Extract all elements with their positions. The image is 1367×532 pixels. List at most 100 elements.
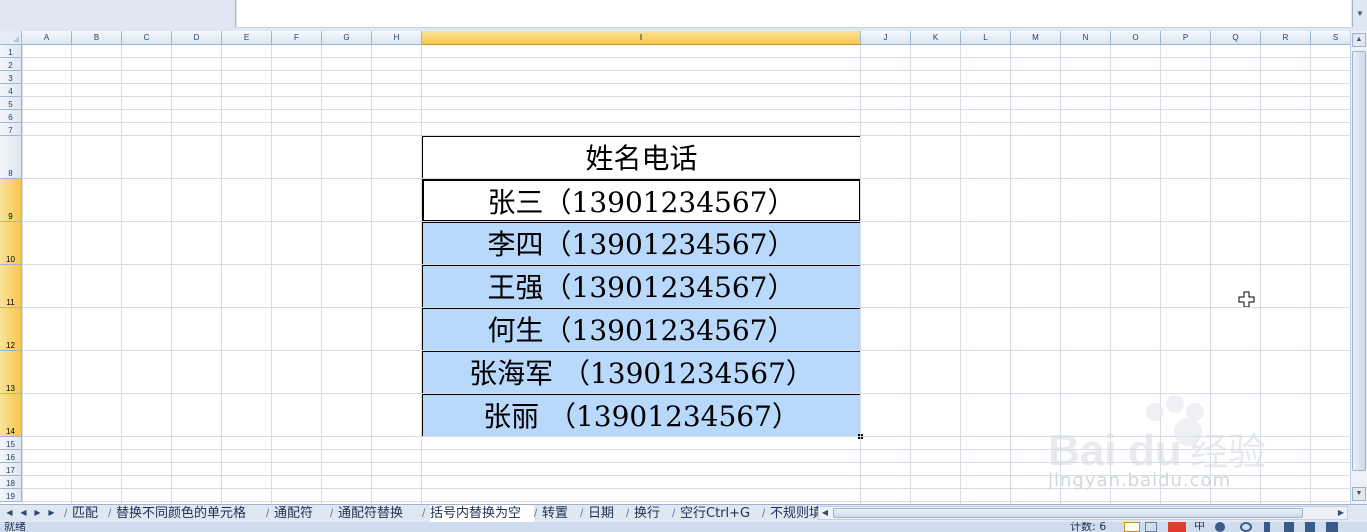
sheet-tab[interactable]: 括号内替换为空 [430,505,534,523]
sogou-ime-icon[interactable] [1168,522,1186,532]
column-header-s[interactable]: S [1311,31,1350,45]
table-cell[interactable]: 张丽 （13901234567） [422,394,861,437]
normal-view-icon[interactable] [1124,522,1140,532]
row-header-17[interactable]: 17 [0,463,22,476]
column-header-l[interactable]: L [961,31,1011,45]
row-header-15[interactable]: 15 [0,437,22,450]
gridline [22,135,1350,136]
column-headers: ABCDEFGHIJKLMNOPQRS [22,31,1350,45]
scroll-down-icon[interactable]: ▼ [1352,487,1366,501]
row-header-11[interactable]: 11 [0,265,22,308]
vertical-scrollbar[interactable]: ▲ ▼ [1350,31,1367,504]
scroll-thumb[interactable] [833,508,1303,518]
microphone-icon[interactable] [1264,522,1270,532]
column-header-i[interactable]: I [422,31,861,45]
svg-text:du: du [1128,426,1182,475]
scroll-up-icon[interactable]: ▲ [1352,33,1366,47]
row-number: 9 [8,212,13,221]
tab-separator: / [422,506,426,520]
keyboard-icon[interactable] [1284,522,1294,532]
column-header-h[interactable]: H [372,31,422,45]
last-sheet-icon[interactable]: ▶ [46,507,57,519]
table-cell[interactable]: 张三（13901234567） [422,179,861,222]
column-header-b[interactable]: B [72,31,122,45]
gridline [22,178,1350,179]
gridline [22,221,1350,222]
table-cell[interactable]: 何生（13901234567） [422,308,861,351]
settings-icon[interactable] [1240,522,1252,532]
column-header-g[interactable]: G [322,31,372,45]
row-header-1[interactable]: 1 [0,45,22,58]
table-cell[interactable]: 李四（13901234567） [422,222,861,265]
tab-separator: / [672,506,676,520]
table-cell[interactable]: 王强（13901234567） [422,265,861,308]
row-number: 10 [6,255,15,264]
gridline [22,83,1350,84]
scroll-right-icon[interactable]: ▶ [1335,507,1347,519]
table-cell[interactable]: 张海军 （13901234567） [422,351,861,394]
column-header-d[interactable]: D [172,31,222,45]
chinese-ime-icon[interactable]: 中 [1194,522,1205,532]
formula-input[interactable] [237,0,1351,28]
tab-separator: / [330,506,334,520]
gridline [22,96,1350,97]
column-header-n[interactable]: N [1061,31,1111,45]
shirt-icon[interactable] [1305,522,1315,532]
row-header-8[interactable]: 8 [0,136,22,179]
column-header-q[interactable]: Q [1211,31,1261,45]
select-all-button[interactable] [0,31,22,45]
gridline [22,501,1350,502]
column-header-k[interactable]: K [911,31,961,45]
watermark-logo-text: Bai [1048,426,1116,475]
row-header-10[interactable]: 10 [0,222,22,265]
gridline [22,70,1350,71]
sheet-tab[interactable]: 替换不同颜色的单元格 [116,505,266,522]
sheet-tab[interactable]: 匹配 [72,505,108,522]
column-header-m[interactable]: M [1011,31,1061,45]
row-header-19[interactable]: 19 [0,489,22,502]
sheet-tab[interactable]: 日期 [588,505,626,522]
row-number: 3 [8,74,13,83]
status-bar: 就绪 计数: 6 中 [0,522,1367,532]
column-header-a[interactable]: A [22,31,72,45]
row-header-3[interactable]: 3 [0,71,22,84]
column-header-p[interactable]: P [1161,31,1211,45]
table-header-cell[interactable]: 姓名电话 [422,136,861,179]
row-header-16[interactable]: 16 [0,450,22,463]
row-number: 17 [6,466,15,475]
tools-icon[interactable] [1326,522,1338,532]
sheet-tab[interactable]: 空行Ctrl+G [680,505,762,522]
row-header-14[interactable]: 14 [0,394,22,437]
column-header-o[interactable]: O [1111,31,1161,45]
sheet-tab[interactable]: 换行 [634,505,672,522]
page-layout-icon[interactable] [1145,522,1157,532]
sheet-tab[interactable]: 转置 [542,505,580,522]
name-box[interactable] [0,0,236,27]
row-header-4[interactable]: 4 [0,84,22,97]
row-number: 11 [6,298,15,307]
first-sheet-icon[interactable]: ◀ [4,507,15,519]
row-header-2[interactable]: 2 [0,58,22,71]
column-header-f[interactable]: F [272,31,322,45]
scroll-left-icon[interactable]: ◀ [819,507,831,519]
row-header-13[interactable]: 13 [0,351,22,394]
column-header-j[interactable]: J [861,31,911,45]
column-header-r[interactable]: R [1261,31,1311,45]
row-header-18[interactable]: 18 [0,476,22,489]
prev-sheet-icon[interactable]: ◀ [18,507,29,519]
horizontal-scrollbar[interactable]: ◀ ▶ [818,506,1348,520]
row-header-6[interactable]: 6 [0,110,22,123]
next-sheet-icon[interactable]: ▶ [32,507,43,519]
column-header-e[interactable]: E [222,31,272,45]
row-header-7[interactable]: 7 [0,123,22,136]
row-header-12[interactable]: 12 [0,308,22,351]
row-header-5[interactable]: 5 [0,97,22,110]
row-number: 4 [8,87,13,96]
scroll-thumb[interactable] [1352,51,1366,471]
formula-expand-button[interactable]: ▼ [1352,0,1367,27]
sheet-tab[interactable]: 通配符替换 [338,505,422,522]
punctuation-icon[interactable] [1215,522,1225,532]
column-header-c[interactable]: C [122,31,172,45]
sheet-tab[interactable]: 通配符 [274,505,330,522]
row-header-9[interactable]: 9 [0,179,22,222]
